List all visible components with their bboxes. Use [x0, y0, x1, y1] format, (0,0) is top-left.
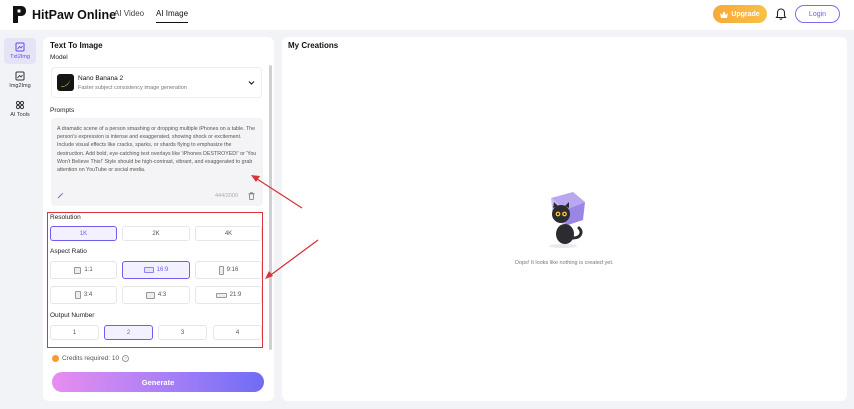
login-button[interactable]: Login	[795, 5, 840, 23]
prompt-text[interactable]: A dramatic scene of a person smashing or…	[57, 125, 257, 174]
prompt-counter: 444/2000	[215, 193, 238, 199]
logo[interactable]: HitPaw Online	[12, 6, 116, 23]
empty-state-cat-illustration	[549, 192, 585, 248]
credits-info: Credits required: 10 ?	[52, 355, 130, 362]
chevron-down-icon	[248, 81, 255, 85]
bell-icon[interactable]	[774, 7, 788, 21]
model-selector[interactable]: Nano Banana 2 Faster subject consistency…	[51, 67, 262, 98]
sidebar-item-label: Txt2Img	[10, 54, 30, 60]
model-description: Faster subject consistency image generat…	[78, 85, 187, 91]
panel-title: Text To Image	[50, 41, 103, 50]
nav-ai-video[interactable]: AI Video	[114, 9, 144, 18]
coin-icon	[52, 355, 59, 362]
info-icon[interactable]: ?	[122, 355, 130, 362]
sidebar-item-ai-tools[interactable]: AI Tools	[4, 96, 36, 122]
annotation-highlight-box	[47, 212, 263, 348]
top-bar: HitPaw Online AI Video AI Image Upgrade …	[0, 0, 854, 30]
tools-icon	[15, 100, 25, 110]
model-label: Model	[50, 54, 68, 61]
creations-title: My Creations	[288, 41, 339, 50]
generate-button[interactable]: Generate	[52, 372, 264, 392]
magic-wand-icon[interactable]	[57, 192, 64, 199]
hitpaw-logo-icon	[13, 6, 26, 23]
panel-scrollbar[interactable]	[269, 65, 272, 350]
model-thumbnail	[57, 74, 74, 91]
credits-text: Credits required: 10	[62, 355, 120, 362]
image-image-icon	[15, 71, 25, 81]
brand-name: HitPaw Online	[32, 7, 117, 22]
prompts-label: Prompts	[50, 107, 75, 114]
upgrade-button[interactable]: Upgrade	[713, 5, 767, 23]
empty-state-text: Oops! It looks like nothing is created y…	[514, 260, 614, 266]
text-image-icon	[15, 42, 25, 52]
sidebar-item-img2img[interactable]: Img2Img	[4, 67, 36, 93]
upgrade-label: Upgrade	[731, 10, 760, 18]
sidebar-item-txt2img[interactable]: Txt2Img	[4, 38, 36, 64]
prompt-input[interactable]: A dramatic scene of a person smashing or…	[51, 118, 263, 206]
sidebar-item-label: Img2Img	[9, 83, 31, 89]
sidebar-item-label: AI Tools	[10, 112, 30, 118]
crown-icon	[720, 10, 729, 18]
model-name: Nano Banana 2	[78, 75, 124, 82]
trash-icon[interactable]	[248, 192, 255, 200]
nav-ai-image[interactable]: AI Image	[156, 9, 189, 23]
